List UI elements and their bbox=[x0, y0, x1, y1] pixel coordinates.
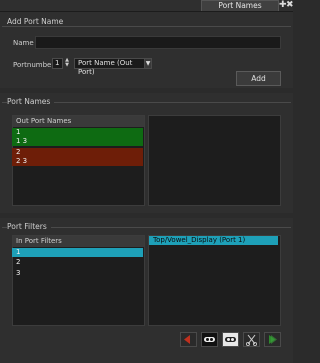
portnumber-label: Portnumber bbox=[13, 61, 55, 69]
add-port-name-panel: Add Port Name Name Portnumber 1 ▲ ▼ Port … bbox=[0, 12, 293, 88]
port-type-select[interactable]: Port Name (Out Port) bbox=[74, 58, 145, 76]
section-title-add-port-name: Add Port Name bbox=[7, 17, 68, 26]
assigned-filters-list[interactable] bbox=[148, 235, 281, 326]
mask-white-icon[interactable] bbox=[222, 332, 239, 347]
list-item[interactable]: 2 bbox=[12, 258, 143, 267]
spinner-arrows-icon[interactable]: ▲ ▼ bbox=[63, 58, 71, 69]
name-input[interactable] bbox=[35, 36, 281, 49]
green-arrow-icon[interactable] bbox=[264, 332, 281, 347]
list-item[interactable]: 1 bbox=[12, 248, 143, 257]
name-label: Name bbox=[13, 39, 34, 47]
section-title-port-names: Port Names bbox=[7, 97, 55, 106]
list-item[interactable]: 3 bbox=[12, 269, 143, 278]
tab-port-names[interactable]: Port Names bbox=[201, 0, 279, 11]
port-names-panel: Port Names Out Port Names 1 1 3 2 2 3 bbox=[0, 93, 293, 213]
list-header-out-port-names: Out Port Names bbox=[13, 116, 144, 127]
pin-icon[interactable]: ✚ bbox=[279, 0, 287, 10]
list-item[interactable]: Top/Vowel_Display (Port 1) bbox=[149, 236, 278, 245]
portnumber-spinner[interactable]: 1 bbox=[52, 58, 63, 69]
list-item[interactable]: 2 bbox=[12, 148, 143, 157]
red-arrow-icon[interactable] bbox=[180, 332, 197, 347]
mask-icon[interactable] bbox=[201, 332, 218, 347]
cut-icon[interactable] bbox=[243, 332, 260, 347]
close-icon[interactable]: ✖ bbox=[286, 0, 294, 10]
chevron-down-icon[interactable]: ▼ bbox=[144, 58, 152, 69]
list-item[interactable]: 2 3 bbox=[12, 157, 143, 166]
section-title-port-filters: Port Filters bbox=[7, 222, 51, 231]
list-header-in-port-filters: In Port Filters bbox=[13, 236, 144, 247]
port-names-detail-list[interactable] bbox=[148, 115, 281, 206]
title-bar: Port Names ✚ ✖ bbox=[0, 0, 294, 12]
list-item[interactable]: 1 3 bbox=[12, 137, 143, 146]
add-button[interactable]: Add bbox=[236, 71, 281, 86]
list-item[interactable]: 1 bbox=[12, 128, 143, 137]
